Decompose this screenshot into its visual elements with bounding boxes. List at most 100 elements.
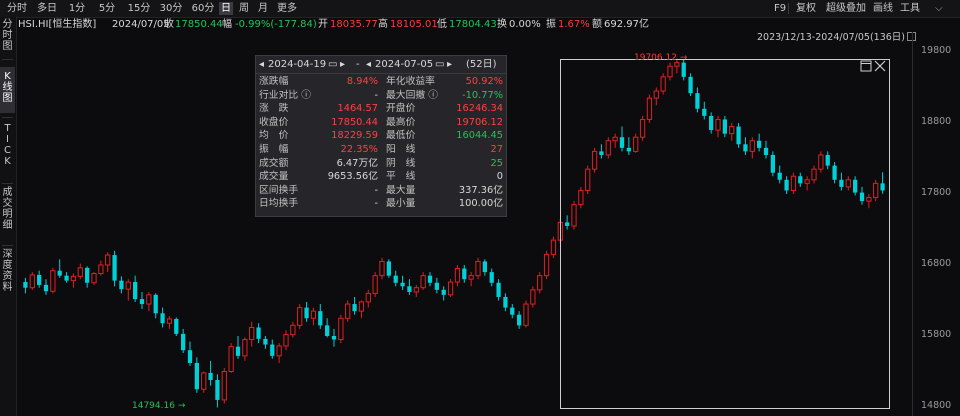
stats-value: 0 <box>496 171 503 183</box>
candle <box>77 263 83 280</box>
tab-trade-detail[interactable]: 成交明细 <box>0 187 15 245</box>
candle <box>489 268 494 287</box>
candle-body <box>208 372 213 381</box>
open-value: 18035.77 <box>330 19 378 30</box>
tab-depth-data-label: 深度资料 <box>2 249 13 293</box>
change-value: -0.99%(-177.84) <box>235 19 317 30</box>
low-value: 17804.43 <box>449 19 497 30</box>
collapse-chevron-icon[interactable]: ⌵ <box>935 2 943 15</box>
range-stats-header: ◂ 2024-04-19 ▭ ▸ - ◂ 2024-07-05 ▭ ▸ (52日… <box>256 56 506 74</box>
stats-value: 100.00亿 <box>458 198 503 210</box>
tab-divider <box>2 117 13 118</box>
stats-row: 涨 跌 1464.57 开盘价 16246.34 <box>256 103 506 115</box>
start-date[interactable]: 2024-04-19 <box>268 58 326 71</box>
candle-body <box>37 274 42 285</box>
stats-value: 25 <box>490 157 503 169</box>
stats-label: 最大量 <box>386 184 416 196</box>
maximize-icon[interactable] <box>860 60 872 74</box>
draw-line-button[interactable]: 画线 <box>873 2 893 15</box>
candle-body <box>242 339 248 357</box>
candle-body <box>91 273 97 284</box>
timeframe-15min[interactable]: 15分 <box>124 2 154 15</box>
stats-label: 成交额 <box>259 157 289 169</box>
timeframe-more[interactable]: 更多 <box>274 2 300 15</box>
candle <box>263 336 268 349</box>
candle-body <box>153 294 158 314</box>
candle-body <box>263 338 268 345</box>
amplitude-label: 振 <box>546 19 556 30</box>
timeframe-1min[interactable]: 1分 <box>64 2 90 15</box>
tab-kline-chart[interactable]: K线图 <box>0 67 15 113</box>
candle <box>482 259 487 276</box>
timeframe-5min[interactable]: 5分 <box>94 2 120 15</box>
candle <box>543 250 550 280</box>
end-prev-arrow-icon[interactable]: ◂ <box>366 58 371 71</box>
stats-value: 50.92% <box>465 76 503 87</box>
candle-body <box>372 275 378 294</box>
candle <box>221 367 227 404</box>
tab-tick[interactable]: TICK <box>0 123 15 181</box>
candle <box>496 279 501 301</box>
candle-body <box>174 318 179 334</box>
overlay-button[interactable]: 超级叠加 <box>826 2 866 15</box>
turnover-label: 换 <box>497 19 507 30</box>
candle-body <box>386 261 391 276</box>
date-separator: - <box>356 59 360 70</box>
candle-body <box>215 380 220 400</box>
timeframe-60min[interactable]: 60分 <box>188 2 218 15</box>
candle-body <box>125 281 131 290</box>
start-next-arrow-icon[interactable]: ▸ <box>340 58 345 71</box>
y-tick-label: 14800 <box>921 400 952 411</box>
change-label: 幅 <box>222 19 232 30</box>
candle <box>50 267 56 294</box>
close-label: 收 <box>164 19 174 30</box>
high-value: 18105.01 <box>390 19 438 30</box>
tab-tick-label: TICK <box>4 123 11 167</box>
end-next-arrow-icon[interactable]: ▸ <box>447 58 452 71</box>
end-calendar-icon[interactable]: ▭ <box>435 58 444 71</box>
candle <box>420 272 426 290</box>
candle-body <box>517 314 522 326</box>
candle-body <box>98 264 104 275</box>
range-selection-box[interactable] <box>560 59 890 409</box>
candle <box>119 276 124 294</box>
adjust-button[interactable]: 复权 <box>796 2 816 15</box>
timeframe-30min[interactable]: 30分 <box>156 2 186 15</box>
candle <box>475 257 481 280</box>
candle <box>503 293 508 312</box>
candle <box>530 286 536 308</box>
timeframe-multiday[interactable]: 多日 <box>34 2 60 15</box>
tools-button[interactable]: 工具 <box>900 2 920 15</box>
stats-value: 17850.44 <box>331 116 378 128</box>
candle <box>146 291 152 312</box>
timeframe-fenshi[interactable]: 分时 <box>4 2 30 15</box>
f9-button[interactable]: F9 <box>774 2 786 15</box>
candle-body <box>434 282 439 290</box>
candle-body <box>228 346 234 372</box>
start-prev-arrow-icon[interactable]: ◂ <box>259 58 264 71</box>
timeframe-day[interactable]: 日 <box>219 2 233 15</box>
candle <box>297 304 303 329</box>
stats-label: 阳 线 <box>386 144 416 155</box>
candle <box>256 323 261 344</box>
candle <box>427 272 433 287</box>
tab-divider <box>2 59 13 60</box>
tab-depth-data[interactable]: 深度资料 <box>0 249 15 307</box>
amount-label: 额 <box>592 19 602 30</box>
price-axis: 19800 18800 17800 16800 15800 14800 <box>912 32 960 416</box>
close-icon[interactable] <box>874 60 886 74</box>
timeframe-week[interactable]: 周 <box>237 2 251 15</box>
stats-label: 涨跌幅 <box>259 76 289 87</box>
candle <box>434 277 439 294</box>
candle <box>400 275 405 290</box>
tab-fenshi-chart[interactable]: 分时图 <box>0 19 15 55</box>
candle <box>304 301 309 322</box>
end-date[interactable]: 2024-07-05 <box>375 58 433 71</box>
y-tick-label: 18800 <box>921 116 952 127</box>
candle <box>386 259 391 278</box>
candle <box>462 265 467 283</box>
candle-body <box>468 275 474 280</box>
timeframe-month[interactable]: 月 <box>256 2 270 15</box>
start-calendar-icon[interactable]: ▭ <box>328 58 337 71</box>
candle <box>91 272 97 285</box>
